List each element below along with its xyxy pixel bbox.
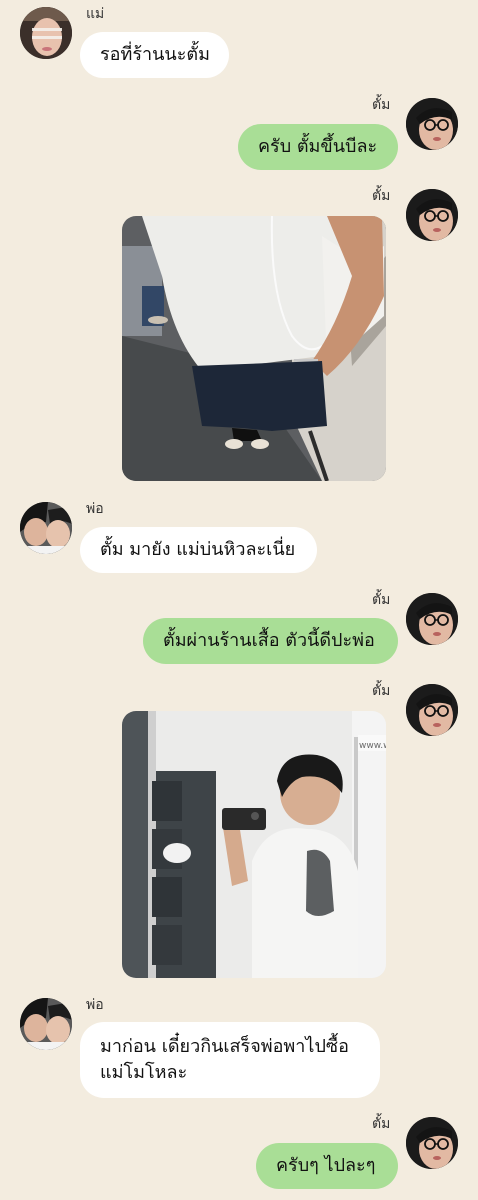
message-bubble[interactable]: ครับ ตั้มขึ้นบีละ (238, 124, 398, 170)
avatar-dad[interactable] (20, 502, 72, 554)
sender-name: ตั้ม (372, 1116, 391, 1132)
avatar-tum[interactable] (406, 593, 458, 645)
sender-name: ตั้ม (372, 592, 391, 608)
sender-name: พ่อ (86, 501, 104, 517)
sender-name: ตั้ม (372, 97, 391, 113)
message-text-line: มาก่อน เดี๋ยวกินเสร็จพ่อพาไปซื้อ (100, 1036, 349, 1057)
sender-name: ตั้ม (372, 188, 391, 204)
message-text: ตั้มผ่านร้านเสื้อ ตัวนี้ดีปะพ่อ (163, 630, 375, 651)
message-bubble[interactable]: มาก่อน เดี๋ยวกินเสร็จพ่อพาไปซื้อ แม่โมโห… (80, 1022, 380, 1098)
message-bubble[interactable]: ตั้มผ่านร้านเสื้อ ตัวนี้ดีปะพ่อ (143, 618, 398, 664)
avatar-mom[interactable] (20, 7, 72, 59)
message-bubble[interactable]: ตั้ม มายัง แม่บ่นหิวละเนี่ย (80, 527, 317, 573)
avatar-tum[interactable] (406, 684, 458, 736)
message-text: ตั้ม มายัง แม่บ่นหิวละเนี่ย (100, 539, 296, 560)
message-text: ครับ ตั้มขึ้นบีละ (258, 136, 378, 157)
avatar-tum[interactable] (406, 189, 458, 241)
sender-name: พ่อ (86, 997, 104, 1013)
sender-name: ตั้ม (372, 683, 391, 699)
photo-mirror-selfie-shop[interactable]: www.w (122, 711, 386, 978)
message-bubble[interactable]: ครับๆ ไปละๆ (256, 1143, 398, 1189)
avatar-tum[interactable] (406, 98, 458, 150)
avatar-dad[interactable] (20, 998, 72, 1050)
message-text: รอที่ร้านนะตั้ม (100, 44, 210, 65)
sender-name: แม่ (86, 6, 105, 22)
message-text: ครับๆ ไปละๆ (276, 1155, 376, 1176)
photo-mirror-selfie-train[interactable] (122, 216, 386, 481)
message-bubble[interactable]: รอที่ร้านนะตั้ม (80, 32, 229, 78)
avatar-tum[interactable] (406, 1117, 458, 1169)
wall-sign-text: www.w (359, 741, 386, 751)
message-text-line: แม่โมโหละ (100, 1062, 188, 1083)
